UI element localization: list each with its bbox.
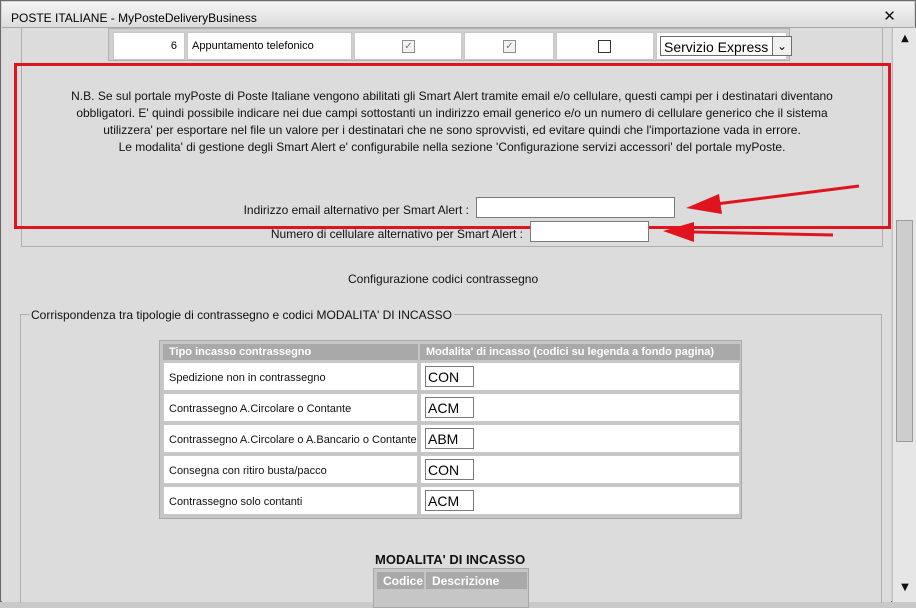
tipo-label: Consegna con ritiro busta/pacco: [169, 465, 327, 477]
vertical-scrollbar[interactable]: ▲ ▼: [892, 28, 916, 602]
column-header: Codice: [377, 572, 424, 589]
tipo-cell: Contrassegno A.Circolare o A.Bancario o …: [163, 424, 418, 453]
arrow-to-phone-icon: [663, 222, 834, 242]
column-header-text: Codice: [383, 574, 424, 588]
table-row: Contrassegno solo contanti ACM: [163, 486, 740, 515]
scroll-down-icon[interactable]: ▼: [900, 583, 910, 593]
tipo-cell: Contrassegno A.Circolare o Contante: [163, 393, 418, 422]
scroll-up-icon[interactable]: ▲: [900, 34, 910, 44]
codice-input[interactable]: ABM: [425, 428, 474, 449]
table-row: Contrassegno A.Circolare o Contante ACM: [163, 393, 740, 422]
table-row: Consegna con ritiro busta/pacco CON: [163, 455, 740, 484]
tipo-cell: Consegna con ritiro busta/pacco: [163, 455, 418, 484]
app-window: POSTE ITALIANE - MyPosteDeliveryBusiness…: [0, 0, 916, 608]
table-row: Spedizione non in contrassegno CON: [163, 362, 740, 391]
column-header: Descrizione: [426, 572, 527, 589]
codice-cell: CON: [420, 362, 740, 391]
fieldset2-right-border: [881, 314, 882, 603]
section-title: Configurazione codici contrassegno: [348, 272, 539, 286]
tipo-cell: Spedizione non in contrassegno: [163, 362, 418, 391]
codice-cell: ACM: [420, 486, 740, 515]
tipo-label: Contrassegno A.Circolare o A.Bancario o …: [169, 434, 417, 446]
codice-input[interactable]: CON: [425, 366, 474, 387]
column-header-text: Descrizione: [432, 574, 500, 588]
fieldset2-left-border: [20, 314, 21, 603]
column-header: Tipo incasso contrassegno: [163, 344, 418, 360]
modalita-table: Codice Descrizione: [373, 568, 529, 608]
codice-cell: CON: [420, 455, 740, 484]
codice-cell: ACM: [420, 393, 740, 422]
codice-input[interactable]: CON: [425, 459, 474, 480]
column-header-text: Modalita' di incasso (codici su legenda …: [426, 346, 715, 358]
codice-cell: ABM: [420, 424, 740, 453]
scrollbar-thumb[interactable]: [896, 220, 913, 442]
table-row: Contrassegno A.Circolare o A.Bancario o …: [163, 424, 740, 453]
contrassegno-table: Tipo incasso contrassegno Modalita' di i…: [159, 340, 742, 519]
column-header: Modalita' di incasso (codici su legenda …: [420, 344, 740, 360]
tipo-label: Contrassegno solo contanti: [169, 496, 303, 508]
codice-input[interactable]: ACM: [425, 397, 474, 418]
codice-input[interactable]: ACM: [425, 490, 474, 511]
arrow-to-email-icon: [686, 184, 860, 214]
tipo-label: Spedizione non in contrassegno: [169, 372, 326, 384]
fieldset-legend: Corrispondenza tra tipologie di contrass…: [29, 308, 454, 322]
modalita-title: MODALITA' DI INCASSO: [375, 552, 526, 567]
tipo-cell: Contrassegno solo contanti: [163, 486, 418, 515]
tipo-label: Contrassegno A.Circolare o Contante: [169, 403, 352, 415]
column-header-text: Tipo incasso contrassegno: [169, 346, 312, 358]
